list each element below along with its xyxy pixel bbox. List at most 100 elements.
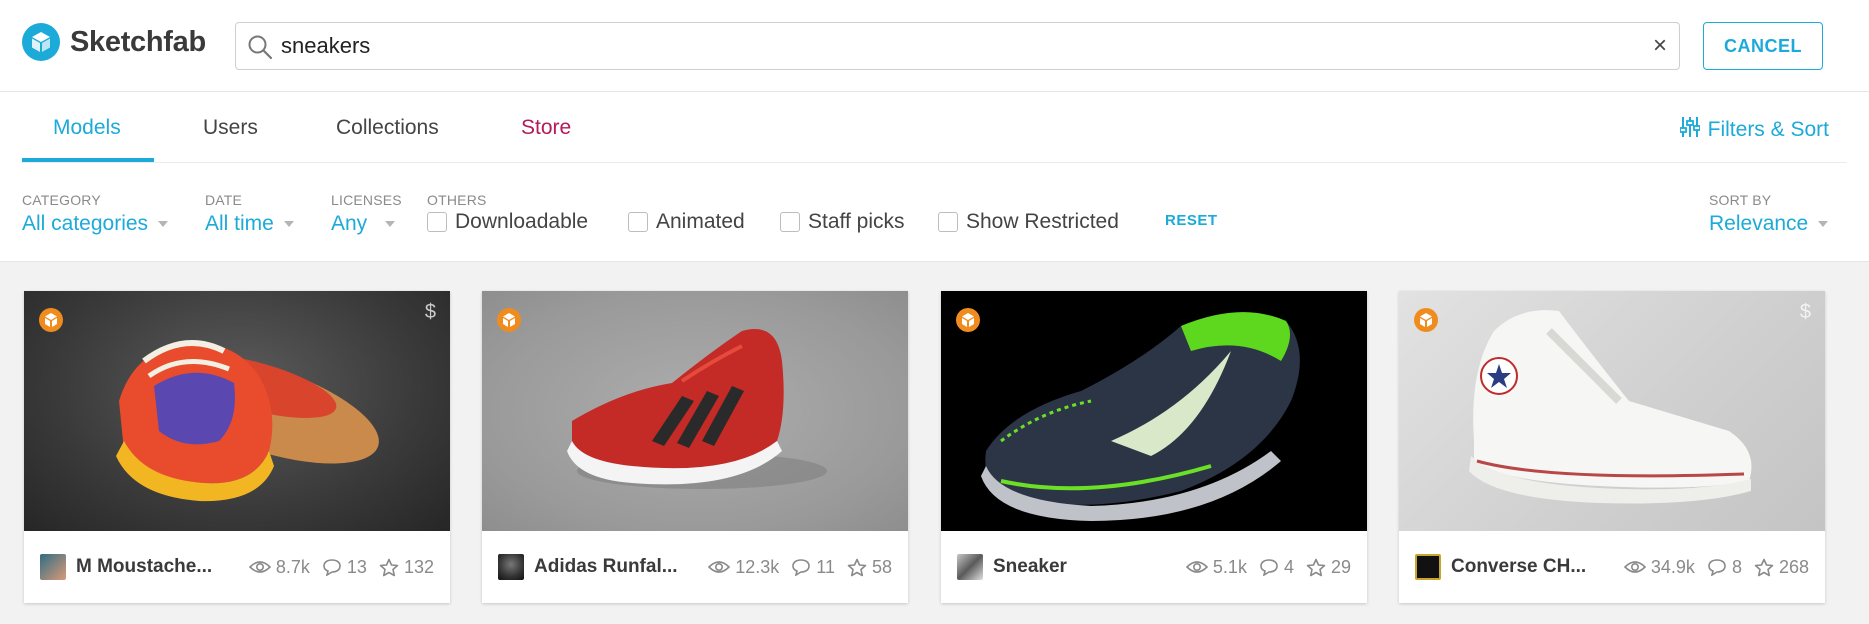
views-stat: 34.9k (1623, 557, 1695, 578)
cube-badge-icon (955, 307, 981, 338)
likes-count: 29 (1330, 556, 1351, 577)
model-thumbnail[interactable] (482, 291, 908, 531)
sneaker-image (1469, 310, 1752, 504)
model-card[interactable]: $ M Moustache... 8.7k 13 132 (24, 291, 450, 603)
comments-stat: 13 (322, 557, 367, 578)
comments-stat: 4 (1259, 557, 1294, 578)
price-icon: $ (424, 301, 436, 323)
chevron-down-icon (385, 221, 396, 227)
tab-models[interactable]: Models (53, 116, 121, 140)
chevron-down-icon (158, 221, 169, 227)
tab-collections[interactable]: Collections (336, 116, 439, 140)
avatar[interactable] (957, 554, 983, 580)
licenses-select[interactable]: Any (331, 212, 396, 236)
comments-stat: 8 (1707, 557, 1742, 578)
checkbox-box[interactable] (427, 212, 447, 232)
animated-label: Animated (656, 210, 745, 233)
active-tab-indicator (22, 158, 154, 162)
comment-icon (1708, 559, 1726, 576)
cancel-button[interactable]: CANCEL (1703, 22, 1823, 70)
chevron-down-icon (283, 221, 294, 227)
comments-count: 4 (1283, 556, 1294, 577)
downloadable-label: Downloadable (455, 210, 589, 233)
eye-icon (708, 561, 731, 573)
sketchfab-logo[interactable]: Sketchfab (22, 23, 206, 61)
category-select[interactable]: All categories (22, 212, 169, 236)
card-info: Adidas Runfal... 12.3k 11 58 (482, 531, 908, 603)
licenses-value: Any (331, 212, 368, 235)
comments-stat: 11 (791, 557, 835, 578)
show-restricted-label: Show Restricted (966, 210, 1119, 233)
card-info: Converse CH... 34.9k 8 268 (1399, 531, 1825, 603)
model-thumbnail[interactable]: $ (1399, 291, 1825, 531)
model-name[interactable]: Sneaker (993, 556, 1067, 578)
views-count: 12.3k (735, 556, 780, 577)
search-nav: Models Users Collections Store Filters &… (0, 92, 1869, 262)
checkbox-box[interactable] (628, 212, 648, 232)
model-stats: 12.3k 11 58 (696, 557, 892, 578)
checkbox-box[interactable] (780, 212, 800, 232)
card-info: M Moustache... 8.7k 13 132 (24, 531, 450, 603)
comments-count: 11 (816, 556, 835, 577)
model-card[interactable]: Sneaker 5.1k 4 29 (941, 291, 1367, 603)
likes-stat: 268 (1754, 557, 1809, 578)
views-count: 5.1k (1212, 556, 1247, 577)
avatar[interactable] (40, 554, 66, 580)
comments-count: 8 (1731, 556, 1742, 577)
category-label: CATEGORY (22, 192, 101, 208)
filters-sort-button[interactable]: Filters & Sort (1678, 116, 1829, 144)
card-info: Sneaker 5.1k 4 29 (941, 531, 1367, 603)
eye-icon (1623, 561, 1646, 573)
search-icon (246, 33, 274, 66)
likes-count: 58 (871, 556, 892, 577)
likes-stat: 29 (1306, 557, 1351, 578)
animated-checkbox[interactable]: Animated (628, 210, 745, 234)
avatar[interactable] (498, 554, 524, 580)
search-input[interactable] (281, 31, 1621, 61)
sort-by-label: SORT BY (1709, 192, 1772, 208)
eye-icon (1185, 561, 1208, 573)
clear-search-icon[interactable]: × (1653, 33, 1667, 59)
checkbox-box[interactable] (938, 212, 958, 232)
avatar[interactable] (1415, 554, 1441, 580)
cube-badge-icon (38, 307, 64, 338)
likes-count: 132 (403, 556, 434, 577)
model-name[interactable]: Converse CH... (1451, 556, 1586, 578)
reset-filters-button[interactable]: RESET (1165, 212, 1218, 229)
brand-name: Sketchfab (70, 25, 206, 58)
tab-users[interactable]: Users (203, 116, 258, 140)
sort-value: Relevance (1709, 212, 1809, 235)
top-bar: Sketchfab × CANCEL (0, 0, 1869, 92)
staff-picks-checkbox[interactable]: Staff picks (780, 210, 905, 234)
star-icon (1306, 558, 1326, 576)
model-thumbnail[interactable] (941, 291, 1367, 531)
date-select[interactable]: All time (205, 212, 294, 236)
model-stats: 8.7k 13 132 (237, 557, 434, 578)
sort-select[interactable]: Relevance (1709, 212, 1829, 236)
cube-badge-icon (1413, 307, 1439, 338)
show-restricted-checkbox[interactable]: Show Restricted (938, 210, 1119, 234)
model-name[interactable]: M Moustache... (76, 556, 212, 578)
model-thumbnail[interactable]: $ (24, 291, 450, 531)
views-stat: 8.7k (248, 557, 310, 578)
likes-count: 268 (1778, 556, 1809, 577)
sneaker-image (116, 340, 379, 502)
model-card[interactable]: $ Converse CH... 34.9k 8 268 (1399, 291, 1825, 603)
model-card[interactable]: Adidas Runfal... 12.3k 11 58 (482, 291, 908, 603)
sneaker-image (567, 329, 827, 489)
star-icon (1754, 558, 1774, 576)
model-name[interactable]: Adidas Runfal... (534, 556, 678, 578)
downloadable-checkbox[interactable]: Downloadable (427, 210, 588, 234)
tab-store[interactable]: Store (521, 116, 571, 140)
tabs-divider (22, 162, 1847, 163)
comment-icon (792, 559, 811, 576)
model-stats: 5.1k 4 29 (1174, 557, 1351, 578)
sneaker-image (981, 312, 1300, 521)
views-stat: 5.1k (1185, 556, 1247, 578)
comment-icon (1260, 559, 1278, 576)
star-icon (847, 558, 867, 576)
staff-picks-label: Staff picks (808, 210, 905, 233)
search-box[interactable]: × (235, 22, 1680, 70)
licenses-label: LICENSES (331, 192, 402, 208)
category-value: All categories (22, 212, 149, 235)
